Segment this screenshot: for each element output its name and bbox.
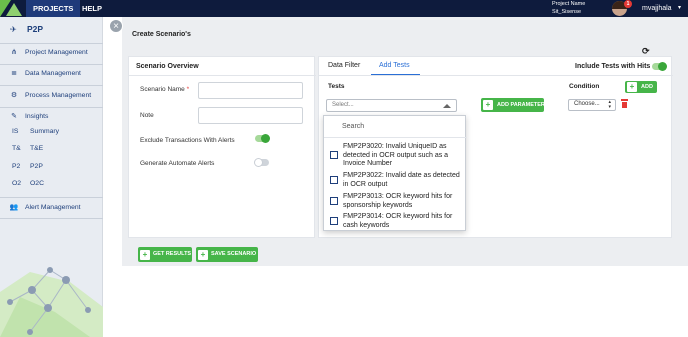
sidebar-title: ✈ P2P	[0, 17, 103, 41]
close-icon[interactable]: ×	[109, 19, 123, 33]
project-value: Sit_Sisense	[552, 8, 582, 15]
notification-badge[interactable]: 1	[624, 0, 632, 8]
dropdown-search[interactable]: Search	[324, 116, 467, 138]
subitem-label: P2P	[30, 163, 43, 170]
user-name[interactable]: mvajjhala	[642, 0, 672, 17]
sidebar-subitem-te[interactable]: T& T&E	[0, 141, 103, 157]
sidebar-subitem-summary[interactable]: IS Summary	[0, 124, 103, 140]
network-decoration	[0, 267, 103, 337]
required-marker: *	[186, 86, 190, 93]
plus-icon: +	[627, 82, 637, 92]
caret-up-icon	[443, 104, 451, 108]
add-parameter-button[interactable]: + ADD PARAMETER	[481, 98, 545, 112]
sitemap-icon: ⋔	[11, 49, 17, 56]
search-input[interactable]: Search	[342, 123, 364, 130]
cogs-icon: ⚙	[10, 92, 18, 99]
page-title: Create Scenario's	[132, 31, 191, 38]
save-scenario-button[interactable]: + SAVE SCENARIO	[196, 247, 258, 262]
nav-projects[interactable]: PROJECTS	[26, 0, 81, 17]
checkbox[interactable]	[330, 197, 338, 205]
sidebar-item-alert-management[interactable]: 👥 Alert Management	[0, 199, 103, 217]
generate-alerts-toggle[interactable]	[254, 158, 269, 167]
tab-data-filter[interactable]: Data Filter	[328, 62, 360, 74]
sidebar-subitem-o2c[interactable]: O2 O2C	[0, 176, 103, 192]
sidebar-subitem-p2p[interactable]: P2 P2P	[0, 159, 103, 175]
database-icon: ≣	[11, 70, 17, 77]
app-logo[interactable]	[0, 0, 22, 17]
sidebar: ✈ P2P ⋔ Project Management ≣ Data Manage…	[0, 17, 103, 337]
subitem-abbr: P2	[12, 163, 21, 170]
plus-icon: +	[483, 100, 493, 110]
project-info: Project Name Sit_Sisense	[552, 1, 585, 16]
divider	[0, 197, 103, 198]
tests-dropdown: Search FMP2P3020: Invalid UniqueID as de…	[323, 115, 467, 231]
divider	[0, 218, 103, 219]
sidebar-item-data-management[interactable]: ≣ Data Management	[0, 65, 103, 83]
tests-select[interactable]: Select...	[326, 99, 457, 112]
divider	[0, 85, 103, 86]
checkbox[interactable]	[330, 217, 338, 225]
sidebar-title-text: P2P	[27, 24, 44, 34]
top-bar: PROJECTS HELP Project Name Sit_Sisense 1…	[0, 0, 688, 17]
sidebar-item-project-management[interactable]: ⋔ Project Management	[0, 44, 103, 62]
plane-icon: ✈	[10, 25, 17, 34]
subitem-label: Summary	[30, 128, 60, 135]
tab-add-tests[interactable]: Add Tests	[379, 62, 410, 74]
tests-label: Tests	[328, 83, 345, 90]
checkbox[interactable]	[330, 151, 338, 159]
note-input[interactable]	[198, 107, 303, 124]
include-tests-toggle[interactable]	[652, 62, 667, 71]
subitem-label: O2C	[30, 180, 44, 187]
sort-arrows-icon: ▴ ▾	[608, 99, 611, 110]
condition-select[interactable]: Choose... ▴ ▾	[568, 99, 616, 111]
get-results-button[interactable]: + GET RESULTS	[138, 247, 192, 262]
trash-icon[interactable]	[621, 99, 628, 108]
sidebar-item-label: Process Management	[25, 92, 92, 99]
condition-label: Condition	[569, 83, 600, 90]
tests-select-placeholder: Select...	[332, 102, 354, 108]
subitem-abbr: IS	[12, 128, 19, 135]
main-content: × Create Scenario's ⟳ Scenario Overview …	[103, 17, 688, 337]
plus-icon: +	[198, 249, 208, 260]
users-icon: 👥	[9, 204, 19, 211]
exclude-transactions-toggle[interactable]	[255, 134, 270, 143]
sidebar-item-label: Alert Management	[25, 204, 81, 211]
project-label: Project Name	[552, 1, 586, 7]
note-label: Note	[140, 112, 154, 119]
nav-help[interactable]: HELP	[75, 0, 109, 17]
plus-icon: +	[140, 249, 150, 260]
condition-select-value: Choose...	[574, 101, 600, 107]
scenario-overview-card: Scenario Overview Scenario Name * Note E…	[128, 56, 316, 238]
subitem-label: T&E	[30, 145, 44, 152]
exclude-transactions-label: Exclude Transactions With Alerts	[140, 137, 235, 144]
chevron-down-icon[interactable]: ▾	[678, 0, 681, 17]
checkbox[interactable]	[330, 176, 338, 184]
scenario-overview-title: Scenario Overview	[136, 63, 199, 70]
sidebar-item-process-management[interactable]: ⚙ Process Management	[0, 87, 103, 105]
subitem-abbr: T&	[12, 145, 21, 152]
include-tests-label: Include Tests with Hits	[575, 63, 651, 70]
add-condition-button[interactable]: + ADD	[625, 81, 657, 93]
sidebar-item-label: Project Management	[25, 49, 88, 56]
subitem-abbr: O2	[12, 180, 22, 187]
scenario-name-label: Scenario Name *	[140, 86, 190, 93]
sidebar-item-label: Data Management	[25, 70, 81, 77]
generate-alerts-label: Generate Automate Alerts	[140, 160, 215, 167]
scenario-name-input[interactable]	[198, 82, 303, 99]
